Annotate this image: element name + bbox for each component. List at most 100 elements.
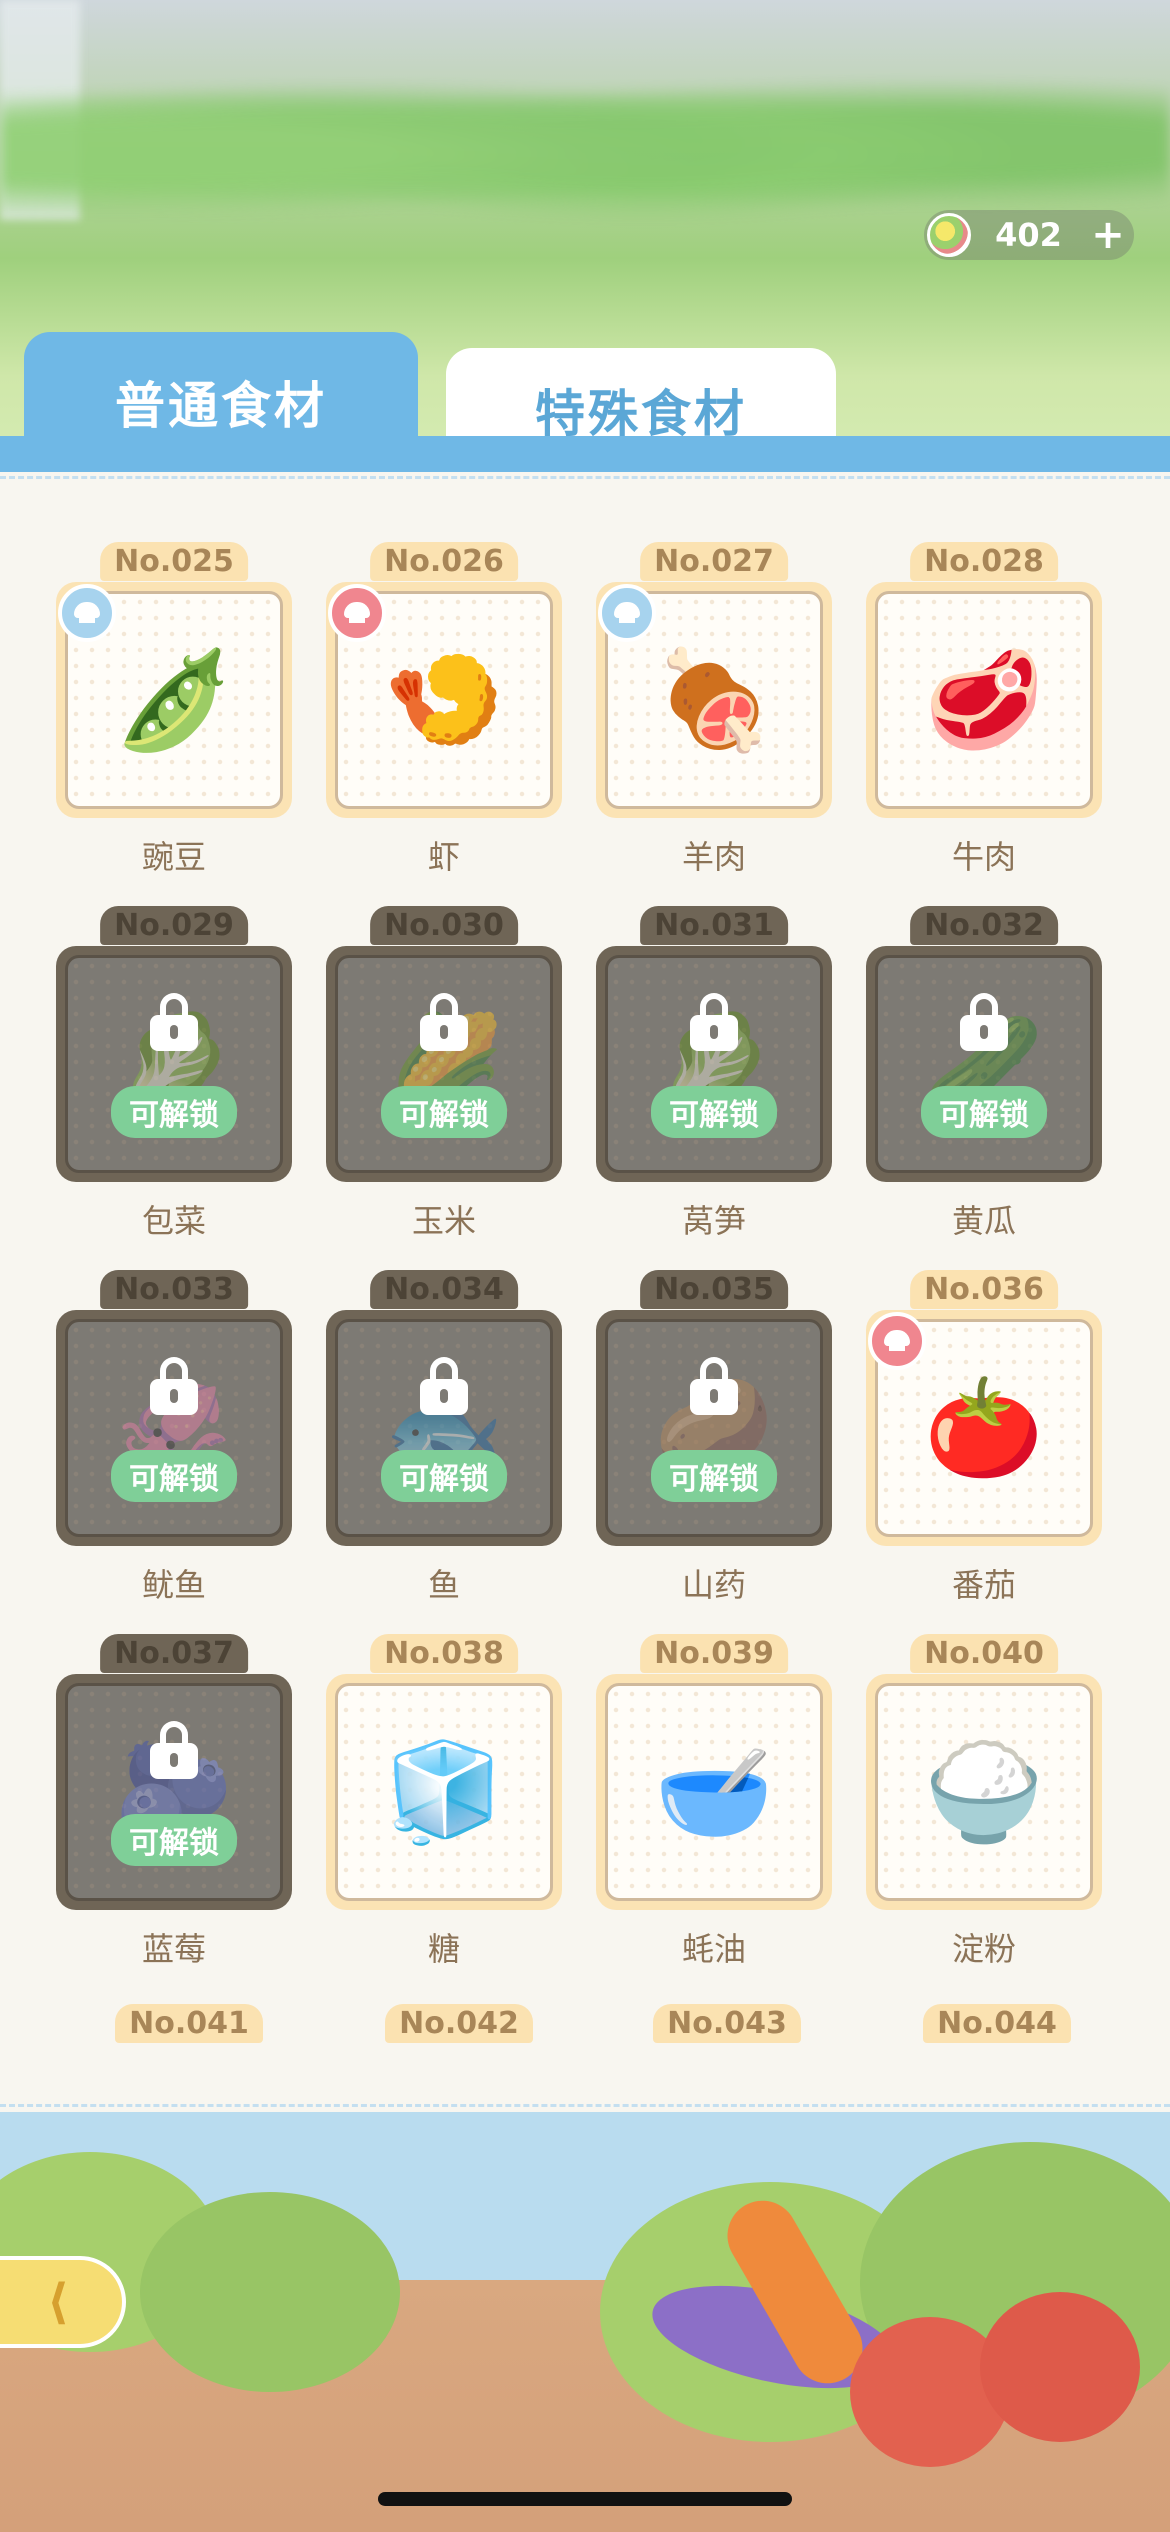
panel-top-divider xyxy=(0,476,1170,479)
card-inner: 🫐 可解锁 xyxy=(65,1683,283,1901)
item-number-tag: No.026 xyxy=(370,542,518,581)
chef-hat-icon xyxy=(328,584,386,642)
unlockable-badge: 可解锁 xyxy=(921,1086,1047,1138)
card-frame: 🥩 xyxy=(866,582,1102,818)
bush-decoration xyxy=(140,2192,400,2392)
ingredient-card[interactable]: No.030 🌽 可解锁玉米 xyxy=(326,906,562,1240)
card-frame: 🥣 xyxy=(596,1674,832,1910)
ingredient-card[interactable]: No.033 🦑 可解锁鱿鱼 xyxy=(56,1270,292,1604)
card-inner: 🐟 可解锁 xyxy=(335,1319,553,1537)
card-frame: 🥬 可解锁 xyxy=(56,946,292,1182)
card-frame: 🥔 可解锁 xyxy=(596,1310,832,1546)
ingredient-name: 糖 xyxy=(427,1930,460,1968)
sugar-icon: 🧊 xyxy=(384,1736,504,1848)
card-frame: 🐟 可解锁 xyxy=(326,1310,562,1546)
ingredient-name: 莴笋 xyxy=(681,1202,746,1240)
lock-icon xyxy=(418,1356,470,1415)
back-button[interactable]: ⟨ xyxy=(0,2256,126,2348)
currency-amount: 402 xyxy=(995,216,1062,254)
card-inner: 🥬 可解锁 xyxy=(65,955,283,1173)
ingredient-name: 豌豆 xyxy=(141,838,206,876)
oyster-sauce-icon: 🥣 xyxy=(654,1736,774,1848)
item-number-tag: No.032 xyxy=(910,906,1058,945)
ingredient-name: 黄瓜 xyxy=(951,1202,1016,1240)
ingredient-card[interactable]: No.028 🥩 牛肉 xyxy=(866,542,1102,876)
item-number-tag: No.031 xyxy=(640,906,788,945)
lock-icon xyxy=(688,992,740,1051)
item-number-tag: No.035 xyxy=(640,1270,788,1309)
ingredient-card[interactable]: No.040 🍚 淀粉 xyxy=(866,1634,1102,1968)
ingredient-name: 番茄 xyxy=(951,1566,1016,1604)
card-inner: 🧊 xyxy=(335,1683,553,1901)
unlockable-badge: 可解锁 xyxy=(381,1450,507,1502)
ingredient-card[interactable]: No.027 🍖 羊肉 xyxy=(596,542,832,876)
bottom-decoration xyxy=(0,2112,1170,2532)
card-inner: 🥒 可解锁 xyxy=(875,955,1093,1173)
tomato-icon: 🍅 xyxy=(924,1372,1044,1484)
unlockable-badge: 可解锁 xyxy=(651,1450,777,1502)
ingredient-card[interactable]: No.035 🥔 可解锁山药 xyxy=(596,1270,832,1604)
ingredient-card[interactable]: No.029 🥬 可解锁 包菜 xyxy=(56,906,292,1240)
ingredient-name: 山药 xyxy=(681,1566,746,1604)
chef-hat-icon xyxy=(58,584,116,642)
ingredient-card[interactable]: No.037 🫐 可解锁 蓝莓 xyxy=(56,1634,292,1968)
ingredient-card[interactable]: No.031 🥬 可解锁莴笋 xyxy=(596,906,832,1240)
peapod-icon: 🫛 xyxy=(114,644,234,756)
ingredient-name: 玉米 xyxy=(411,1202,476,1240)
card-inner: 🥣 xyxy=(605,1683,823,1901)
ingredient-name: 虾 xyxy=(427,838,460,876)
ingredient-card[interactable]: No.034 🐟 可解锁鱼 xyxy=(326,1270,562,1604)
card-frame: 🦑 可解锁 xyxy=(56,1310,292,1546)
item-number-tag: No.044 xyxy=(923,2004,1071,2043)
item-number-tag: No.025 xyxy=(100,542,248,581)
ingredient-name: 淀粉 xyxy=(951,1930,1016,1968)
starch-icon: 🍚 xyxy=(924,1736,1044,1848)
ingredient-card[interactable]: No.038 🧊 糖 xyxy=(326,1634,562,1968)
item-number-tag: No.028 xyxy=(910,542,1058,581)
card-frame: 🧊 xyxy=(326,1674,562,1910)
coin-icon xyxy=(927,213,971,257)
lock-icon xyxy=(148,1356,200,1415)
chef-hat-icon xyxy=(868,1312,926,1370)
card-frame: 🍚 xyxy=(866,1674,1102,1910)
lock-icon xyxy=(958,992,1010,1051)
lock-icon xyxy=(148,992,200,1051)
item-number-tag: No.033 xyxy=(100,1270,248,1309)
back-arrow-icon: ⟨ xyxy=(47,2274,69,2330)
item-number-tag: No.027 xyxy=(640,542,788,581)
ingredient-card[interactable]: No.025 🫛 豌豆 xyxy=(56,542,292,876)
item-number-tag: No.043 xyxy=(653,2004,801,2043)
item-number-tag: No.039 xyxy=(640,1634,788,1673)
chef-hat-icon xyxy=(598,584,656,642)
card-frame: 🫐 可解锁 xyxy=(56,1674,292,1910)
lock-icon xyxy=(418,992,470,1051)
currency-counter: 402 + xyxy=(924,210,1134,260)
home-indicator[interactable] xyxy=(378,2492,792,2506)
ingredient-card[interactable]: No.032 🥒 可解锁黄瓜 xyxy=(866,906,1102,1240)
ingredient-card[interactable]: No.026 🍤 虾 xyxy=(326,542,562,876)
shrimp-icon: 🍤 xyxy=(384,644,504,756)
add-currency-button[interactable]: + xyxy=(1086,212,1130,258)
card-inner: 🌽 可解锁 xyxy=(335,955,553,1173)
item-number-tag: No.041 xyxy=(115,2004,263,2043)
item-number-tag: No.038 xyxy=(370,1634,518,1673)
item-number-tag: No.040 xyxy=(910,1634,1058,1673)
item-number-tag: No.034 xyxy=(370,1270,518,1309)
card-frame: 🥒 可解锁 xyxy=(866,946,1102,1182)
item-number-tag: No.030 xyxy=(370,906,518,945)
ingredient-card[interactable]: No.039 🥣 蚝油 xyxy=(596,1634,832,1968)
card-inner: 🥬 可解锁 xyxy=(605,955,823,1173)
ingredient-name: 鱿鱼 xyxy=(141,1566,206,1604)
unlockable-badge: 可解锁 xyxy=(111,1814,237,1866)
card-frame: 🥬 可解锁 xyxy=(596,946,832,1182)
ingredient-name: 包菜 xyxy=(141,1202,206,1240)
item-number-tag: No.037 xyxy=(100,1634,248,1673)
ingredient-name: 鱼 xyxy=(427,1566,460,1604)
card-inner: 🦑 可解锁 xyxy=(65,1319,283,1537)
item-number-tag: No.036 xyxy=(910,1270,1058,1309)
item-number-tag: No.042 xyxy=(385,2004,533,2043)
ingredient-card[interactable]: No.036 🍅 番茄 xyxy=(866,1270,1102,1604)
ingredient-name: 牛肉 xyxy=(951,838,1016,876)
ingredient-name: 蚝油 xyxy=(681,1930,746,1968)
card-frame: 🌽 可解锁 xyxy=(326,946,562,1182)
